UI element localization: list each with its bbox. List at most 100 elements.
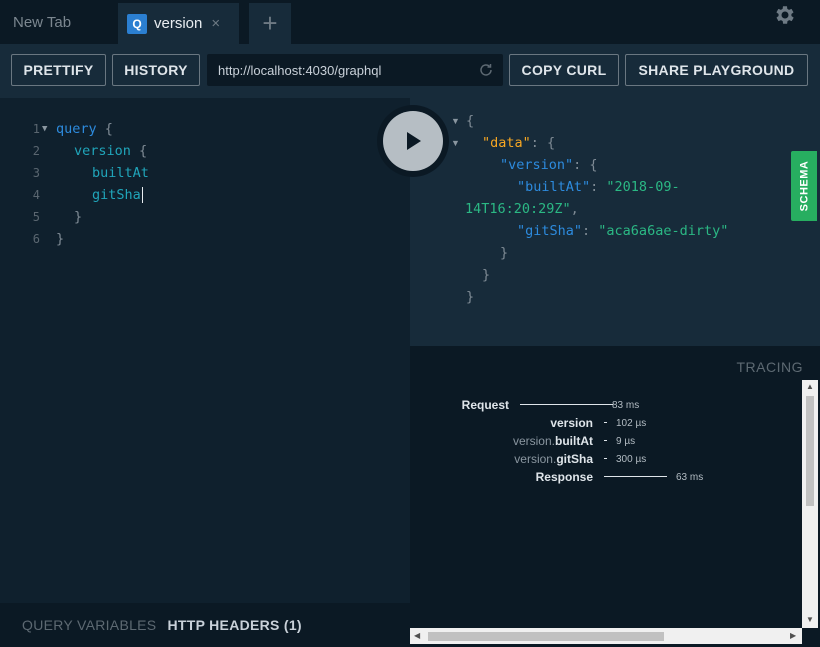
- trace-duration: 83 ms: [612, 400, 640, 411]
- fold-arrow-icon[interactable]: ▼: [451, 138, 460, 148]
- tab-version[interactable]: Q version ×: [118, 3, 239, 44]
- json-punct: :: [590, 179, 607, 195]
- trace-name: Request: [461, 398, 509, 412]
- trace-bar: [604, 476, 667, 477]
- trace-name: Response: [535, 470, 593, 484]
- endpoint-input[interactable]: http://localhost:4030/graphql: [207, 54, 503, 86]
- line-number: 5: [32, 210, 40, 224]
- scroll-right-icon[interactable]: ▶: [790, 631, 796, 640]
- trace-duration: 9 µs: [616, 436, 636, 447]
- tab-label: version: [154, 15, 203, 32]
- http-headers-tab[interactable]: HTTP HEADERS (1): [167, 617, 301, 633]
- line-number: 2: [32, 144, 40, 158]
- schema-tab-label: SCHEMA: [798, 160, 811, 212]
- query-editor[interactable]: 1 ▼ query { 2 version { 3 builtAt 4 gitS…: [0, 98, 410, 603]
- schema-tab[interactable]: SCHEMA: [791, 151, 817, 221]
- trace-label: Response: [430, 470, 593, 484]
- copy-curl-button[interactable]: COPY CURL: [509, 54, 619, 86]
- json-line: "gitSha": "aca6a6ae-dirty": [517, 220, 728, 242]
- plus-icon: +: [262, 8, 278, 38]
- tab-label: New Tab: [13, 13, 72, 31]
- gear-icon[interactable]: [773, 3, 797, 27]
- toolbar: PRETTIFY HISTORY http://localhost:4030/g…: [0, 44, 820, 98]
- close-icon[interactable]: ×: [211, 15, 220, 32]
- json-brace: }: [482, 267, 491, 283]
- json-line: "version": {: [500, 154, 598, 176]
- play-icon: [407, 132, 421, 150]
- brace: {: [96, 121, 113, 137]
- fold-arrow-icon[interactable]: ▼: [42, 118, 47, 140]
- json-brace: }: [466, 289, 475, 305]
- scroll-up-icon[interactable]: ▲: [806, 382, 814, 391]
- trace-bar: [520, 404, 613, 405]
- tab-bar: New Tab Q version × +: [0, 0, 820, 44]
- json-brace: {: [466, 113, 475, 129]
- line-number: 4: [32, 188, 40, 202]
- execute-query-button[interactable]: [377, 105, 449, 177]
- scroll-down-icon[interactable]: ▼: [806, 615, 814, 624]
- share-playground-button[interactable]: SHARE PLAYGROUND: [625, 54, 808, 86]
- add-tab-button[interactable]: +: [249, 3, 291, 44]
- endpoint-url: http://localhost:4030/graphql: [218, 62, 382, 78]
- keyword-query: query: [56, 121, 97, 137]
- trace-name: builtAt: [555, 434, 593, 448]
- line-number: 1: [32, 122, 40, 136]
- json-brace: }: [500, 245, 509, 261]
- horizontal-scrollbar[interactable]: ◀ ▶: [410, 628, 802, 644]
- variables-panel-bar: QUERY VARIABLES HTTP HEADERS (1): [0, 603, 410, 647]
- code-line: 6 }: [0, 228, 410, 250]
- result-pane: ▼ { ▼ "data": { "version": { "builtAt": …: [410, 98, 820, 346]
- field-gitsha: gitSha: [92, 187, 141, 203]
- json-line: "builtAt": "2018-09-: [517, 176, 680, 198]
- json-punct: : {: [530, 135, 556, 151]
- trace-label: version.gitSha: [514, 452, 593, 466]
- trace-duration: 63 ms: [676, 472, 704, 483]
- history-button[interactable]: HISTORY: [112, 54, 200, 86]
- json-punct: ,: [570, 201, 579, 217]
- code-line: 3 builtAt: [0, 162, 410, 184]
- json-line: "data": {: [482, 132, 555, 154]
- query-variables-tab[interactable]: QUERY VARIABLES: [22, 617, 156, 633]
- tracing-panel: TRACING Request 83 ms version 102 µs ver…: [410, 346, 820, 647]
- tab-new-tab[interactable]: New Tab: [0, 0, 116, 44]
- code-line: 1 ▼ query {: [0, 118, 410, 140]
- fold-arrow-icon[interactable]: ▼: [451, 116, 460, 126]
- trace-bar: [604, 458, 607, 459]
- json-key-data: "data": [482, 135, 531, 151]
- trace-duration: 300 µs: [616, 454, 647, 465]
- json-punct: :: [582, 223, 599, 239]
- trace-label: version: [430, 416, 593, 430]
- vertical-scrollbar[interactable]: ▲ ▼: [802, 380, 818, 628]
- tracing-title[interactable]: TRACING: [737, 359, 804, 375]
- trace-label: Request: [430, 398, 509, 412]
- scroll-left-icon[interactable]: ◀: [414, 631, 420, 640]
- trace-label: version.builtAt: [512, 434, 593, 448]
- scroll-thumb[interactable]: [806, 396, 814, 506]
- json-key-builtat: "builtAt": [517, 179, 591, 195]
- code-line: 5 }: [0, 206, 410, 228]
- field-builtat: builtAt: [92, 165, 149, 181]
- json-value-builtat: "2018-09-: [606, 179, 680, 195]
- line-number: 3: [32, 166, 40, 180]
- scroll-thumb[interactable]: [428, 632, 664, 641]
- code-line: 4 gitSha: [0, 184, 410, 206]
- trace-bar: [604, 440, 607, 441]
- trace-duration: 102 µs: [616, 418, 647, 429]
- code-line: 2 version {: [0, 140, 410, 162]
- json-value-gitsha: "aca6a6ae-dirty": [598, 223, 729, 239]
- brace: }: [74, 209, 83, 225]
- json-value-builtat-cont: 14T16:20:29Z": [465, 201, 571, 217]
- reload-icon[interactable]: [478, 62, 494, 78]
- json-punct: : {: [573, 157, 598, 173]
- prettify-button[interactable]: PRETTIFY: [11, 54, 106, 86]
- brace: }: [56, 231, 65, 247]
- query-badge-icon: Q: [127, 13, 147, 34]
- brace: {: [130, 143, 148, 159]
- json-key-gitsha: "gitSha": [517, 223, 583, 239]
- trace-name: version: [550, 416, 593, 430]
- json-key-version: "version": [500, 157, 574, 173]
- json-line: 14T16:20:29Z",: [465, 198, 579, 220]
- field-version: version: [74, 143, 131, 159]
- text-cursor: [141, 187, 143, 203]
- trace-bar: [604, 422, 607, 423]
